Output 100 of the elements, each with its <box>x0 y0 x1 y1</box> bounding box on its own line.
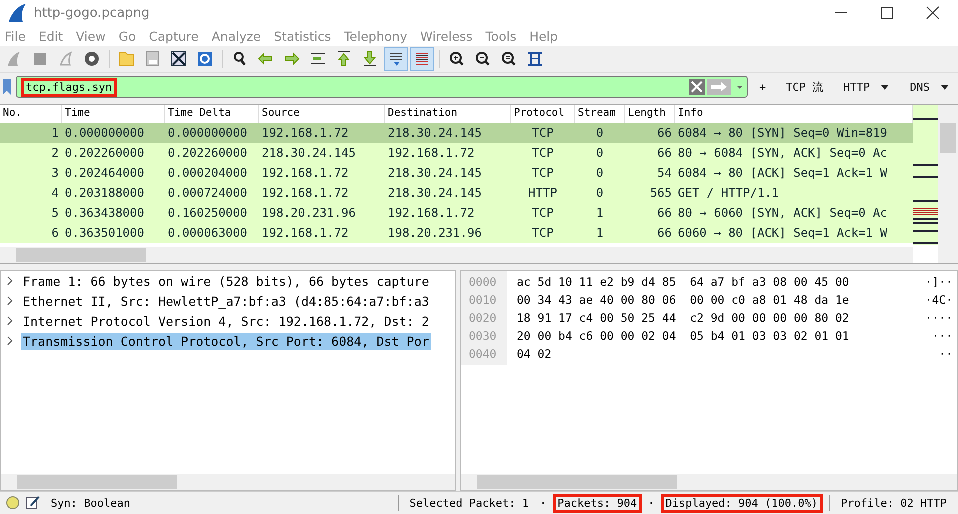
maximize-icon[interactable] <box>880 6 894 20</box>
table-cell-text: 80 → 6060 [SYN, ACK] Seq=0 Ac <box>677 206 889 220</box>
ascii-text: ·· <box>939 346 953 363</box>
caret-icon <box>880 83 890 91</box>
back-icon <box>257 50 275 68</box>
status-text: Selected Packet: 1 <box>408 496 530 512</box>
table-cell-text: 192.168.1.72 <box>261 226 350 240</box>
menu-item[interactable]: Statistics <box>274 28 332 44</box>
menu-item[interactable]: Capture <box>149 28 199 44</box>
zoomreset-icon <box>500 50 518 68</box>
menu-item[interactable]: View <box>76 28 106 44</box>
last-icon <box>361 50 379 68</box>
table-cell-text: HTTP <box>528 186 558 200</box>
table-cell-text: 0 <box>595 186 605 200</box>
table-cell-text: 0.160250000 <box>167 206 248 220</box>
ascii-text: ·4C· <box>925 292 953 309</box>
table-cell-text: TCP <box>531 226 555 240</box>
table-cell-text: 218.30.24.145 <box>387 186 483 200</box>
table-cell-text: 80 → 6084 [SYN, ACK] Seq=0 Ac <box>677 146 889 160</box>
table-cell-text: 66 <box>656 226 673 240</box>
table-cell-text: TCP <box>531 126 555 140</box>
display-filter-field[interactable]: tcp.flags.syn <box>16 76 748 98</box>
horizontal-scrollbar[interactable] <box>0 247 913 263</box>
hex-bytes: ac 5d 10 11 e2 b9 d4 85 64 a7 bf a3 08 00 45 00 <box>517 274 850 291</box>
menu-item[interactable]: Wireless <box>420 28 473 44</box>
filter-button[interactable]: HTTP <box>836 77 898 97</box>
table-cell-text: 0.363501000 <box>64 226 146 240</box>
zoomin-icon <box>448 50 466 68</box>
table-cell-text: 66 <box>656 206 673 220</box>
menu-item[interactable]: Analyze <box>212 28 262 44</box>
menu-item[interactable]: Telephony <box>344 28 408 44</box>
hex-offset: 0030 <box>469 328 498 345</box>
hex-offset: 0000 <box>469 274 498 291</box>
autoscroll-button[interactable] <box>384 47 408 71</box>
hex-offset: 0010 <box>469 292 498 309</box>
horizontal-scrollbar[interactable] <box>1 474 455 490</box>
stop-icon <box>31 50 49 68</box>
table-cell-text: 0.203188000 <box>64 186 146 200</box>
table-cell-text: 6060 → 80 [ACK] Seq=1 Ack=1 W <box>677 226 889 240</box>
packet-row[interactable]: 2 0.202260000 0.202260000 218.30.24.145 192.168.1.72 TCP 0 66 80 → 6084 [SYN, ACK] Seq=0 Ac <box>0 143 913 163</box>
table-cell-text: 2 <box>50 146 60 160</box>
packet-row[interactable]: 3 0.202464000 0.000204000 192.168.1.72 218.30.24.145 TCP 0 54 6084 → 80 [ACK] Seq=1 Ack=1 W <box>0 163 913 183</box>
options-icon <box>83 50 101 68</box>
colorize-button[interactable] <box>410 47 434 71</box>
table-cell-text: 218.30.24.145 <box>387 126 483 140</box>
table-cell-text: 0.363438000 <box>64 206 146 220</box>
table-cell-text: 0.000063000 <box>167 226 248 240</box>
clear-icon[interactable] <box>688 79 704 95</box>
table-cell-text: 66 <box>656 146 673 160</box>
close-icon[interactable] <box>926 6 940 20</box>
detail-tree-item[interactable]: Internet Protocol Version 4, Src: 192.168.1.72, Dst: 2 <box>1 311 455 331</box>
status-text: Profile: 02 HTTP <box>840 496 948 512</box>
menu-item[interactable]: Tools <box>486 28 517 44</box>
edit-comment-icon[interactable] <box>26 496 40 510</box>
reload-icon <box>196 50 214 68</box>
ascii-text: ···· <box>925 310 953 327</box>
table-cell-text: 1 <box>595 206 605 220</box>
table-cell-text: 6084 → 80 [ACK] Seq=1 Ack=1 W <box>677 166 889 180</box>
vertical-scrollbar[interactable] <box>938 105 958 263</box>
table-cell-text: TCP <box>531 166 555 180</box>
detail-tree-item[interactable]: Frame 1: 66 bytes on wire (528 bits), 66 bytes capture <box>1 271 455 291</box>
table-cell-text: 0.000000000 <box>64 126 146 140</box>
table-cell-text: 198.20.231.96 <box>261 206 357 220</box>
status-text: Displayed: 904 (100.0%) <box>660 494 824 512</box>
filter-button[interactable]: TCP 流 <box>778 77 832 97</box>
packet-row[interactable]: 1 0.000000000 0.000000000 192.168.1.72 218.30.24.145 TCP 0 66 6084 → 80 [SYN] Seq=0 Win=819 <box>0 123 913 143</box>
table-cell-text: 5 <box>50 206 60 220</box>
horizontal-scrollbar[interactable] <box>461 474 957 490</box>
hex-bytes: 18 91 17 c4 00 50 25 44 c2 9d 00 00 00 00 80 02 <box>517 310 850 327</box>
ascii-text: ·]·· <box>925 274 953 291</box>
hex-offset: 0020 <box>469 310 498 327</box>
first-icon <box>335 50 353 68</box>
packet-row[interactable]: 5 0.363438000 0.160250000 198.20.231.96 192.168.1.72 TCP 1 66 80 → 6060 [SYN, ACK] Seq=0 Ac <box>0 203 913 223</box>
save-icon <box>144 50 162 68</box>
table-cell-text: TCP <box>531 146 555 160</box>
filter-button[interactable]: DNS <box>902 77 958 97</box>
bookmark-icon[interactable] <box>2 78 12 96</box>
table-cell-text: GET / HTTP/1.1 <box>677 186 780 200</box>
table-cell-text: 218.30.24.145 <box>261 146 357 160</box>
table-cell-text: 192.168.1.72 <box>387 206 476 220</box>
menu-item[interactable]: Edit <box>38 28 64 44</box>
table-cell-text: 192.168.1.72 <box>261 126 350 140</box>
table-cell-text: 6 <box>50 226 60 240</box>
packet-row[interactable]: 6 0.363501000 0.000063000 192.168.1.72 198.20.231.96 TCP 1 66 6060 → 80 [ACK] Seq=1 Ack=1 W <box>0 223 913 243</box>
table-cell-text: 218.30.24.145 <box>387 166 483 180</box>
table-cell-text: 1 <box>50 126 60 140</box>
hex-bytes: 20 00 b4 c6 00 00 02 04 05 b4 01 03 03 02 01 01 <box>517 328 850 345</box>
packet-row[interactable]: 4 0.203188000 0.000724000 192.168.1.72 218.30.24.145 HTTP 0 565 GET / HTTP/1.1 <box>0 183 913 203</box>
table-cell-text: 0.000000000 <box>167 126 248 140</box>
detail-tree-item[interactable]: Ethernet II, Src: HewlettP_a7:bf:a3 (d4:85:64:a7:bf:a3 <box>1 291 455 311</box>
menu-item[interactable]: Help <box>530 28 558 44</box>
menu-item[interactable]: Go <box>118 28 136 44</box>
table-cell-text: 192.168.1.72 <box>387 146 476 160</box>
table-cell-text: 54 <box>656 166 673 180</box>
table-cell-text: 4 <box>50 186 60 200</box>
menu-item[interactable]: File <box>5 28 26 44</box>
table-cell-text: 3 <box>50 166 60 180</box>
separator-dot: · <box>538 496 548 512</box>
filter-button[interactable]: + <box>752 77 774 97</box>
status-circle-icon[interactable] <box>6 496 20 510</box>
